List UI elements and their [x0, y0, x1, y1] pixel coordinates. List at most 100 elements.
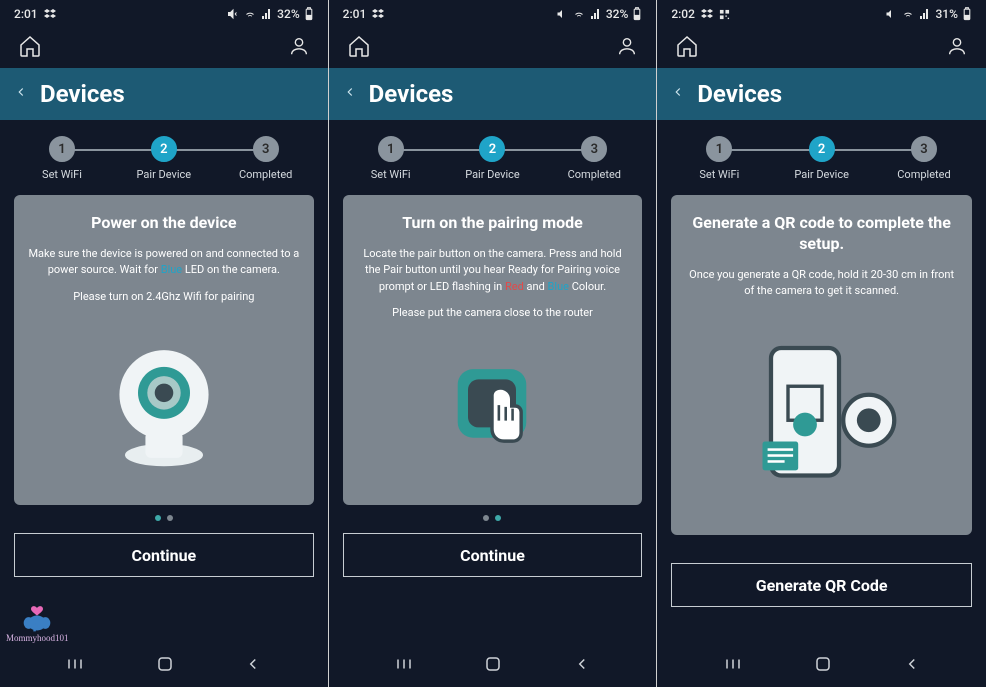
card-body: Make sure the device is powered on and c…: [28, 246, 300, 279]
status-time: 2:01: [343, 7, 367, 21]
step-3: 3 Completed: [554, 136, 634, 181]
step-circle: 1: [378, 136, 404, 162]
dot[interactable]: [155, 515, 161, 521]
mute-icon: [556, 8, 568, 20]
continue-button[interactable]: Continue: [14, 533, 314, 577]
profile-icon[interactable]: [616, 35, 638, 61]
battery-icon: [632, 7, 642, 21]
qr-icon: [719, 9, 730, 20]
dropbox-icon: [701, 8, 713, 20]
top-nav: [0, 28, 328, 68]
step-label: Set WiFi: [42, 168, 82, 181]
back-nav-icon[interactable]: [903, 655, 921, 677]
card-title: Power on the device: [91, 213, 236, 234]
step-3: 3 Completed: [884, 136, 964, 181]
generate-qr-button[interactable]: Generate QR Code: [671, 563, 972, 607]
step-label: Completed: [897, 168, 950, 181]
top-nav: [657, 28, 986, 68]
title-bar: Devices: [657, 68, 986, 120]
home-nav-icon[interactable]: [814, 655, 832, 677]
dot[interactable]: [495, 515, 501, 521]
title-bar: Devices: [0, 68, 328, 120]
status-bar: 2:01 32%: [0, 0, 328, 28]
mute-icon: [885, 8, 897, 20]
wifi-icon: [901, 8, 915, 20]
signal-icon: [261, 8, 273, 20]
profile-icon[interactable]: [946, 35, 968, 61]
dropbox-icon: [44, 8, 56, 20]
dropbox-icon: [372, 8, 384, 20]
battery-icon: [962, 7, 972, 21]
step-label: Pair Device: [465, 168, 520, 181]
phone-screen-3: 2:02 31% Devices 1 Set WiFi: [657, 0, 986, 687]
page-title: Devices: [369, 80, 454, 108]
phone-screen-1: 2:01 32%: [0, 0, 329, 687]
step-label: Completed: [568, 168, 621, 181]
page-title: Devices: [40, 80, 125, 108]
recents-icon[interactable]: [65, 655, 85, 677]
card-body-2: Please turn on 2.4Ghz Wifi for pairing: [73, 289, 254, 306]
dot[interactable]: [167, 515, 173, 521]
status-bar: 2:02 31%: [657, 0, 986, 28]
step-label: Set WiFi: [699, 168, 739, 181]
profile-icon[interactable]: [288, 35, 310, 61]
card-body-2: Please put the camera close to the route…: [392, 305, 593, 322]
step-3: 3 Completed: [226, 136, 306, 181]
watermark: Mommyhood101: [6, 603, 69, 643]
step-2: 2 Pair Device: [782, 136, 862, 181]
back-icon[interactable]: [343, 81, 357, 107]
step-2: 2 Pair Device: [124, 136, 204, 181]
recents-icon[interactable]: [394, 655, 414, 677]
dot[interactable]: [483, 515, 489, 521]
android-nav: [0, 645, 328, 687]
status-time: 2:01: [14, 7, 38, 21]
step-label: Pair Device: [137, 168, 192, 181]
camera-illustration: [28, 315, 300, 493]
home-icon[interactable]: [347, 34, 371, 62]
qr-scan-illustration: [685, 310, 958, 523]
top-nav: [329, 28, 657, 68]
stepper: 1 Set WiFi 2 Pair Device 3 Completed: [329, 120, 657, 195]
signal-icon: [590, 8, 602, 20]
carousel-dots: [329, 505, 657, 529]
stepper: 1 Set WiFi 2 Pair Device 3 Completed: [0, 120, 328, 195]
step-circle: 3: [253, 136, 279, 162]
continue-button[interactable]: Continue: [343, 533, 643, 577]
instruction-card: Generate a QR code to complete the setup…: [671, 195, 972, 535]
home-nav-icon[interactable]: [156, 655, 174, 677]
pair-button-illustration: [357, 332, 629, 493]
card-body: Once you generate a QR code, hold it 20-…: [685, 267, 958, 300]
step-circle: 1: [49, 136, 75, 162]
home-icon[interactable]: [18, 34, 42, 62]
step-2: 2 Pair Device: [452, 136, 532, 181]
step-circle: 2: [479, 136, 505, 162]
card-body: Locate the pair button on the camera. Pr…: [357, 246, 629, 296]
step-label: Completed: [239, 168, 292, 181]
back-nav-icon[interactable]: [244, 655, 262, 677]
instruction-card[interactable]: Power on the device Make sure the device…: [14, 195, 314, 505]
battery-icon: [304, 7, 314, 21]
back-icon[interactable]: [671, 81, 685, 107]
back-icon[interactable]: [14, 81, 28, 107]
step-circle: 2: [151, 136, 177, 162]
step-circle: 3: [581, 136, 607, 162]
title-bar: Devices: [329, 68, 657, 120]
status-bar: 2:01 32%: [329, 0, 657, 28]
instruction-card[interactable]: Turn on the pairing mode Locate the pair…: [343, 195, 643, 505]
wifi-icon: [243, 8, 257, 20]
android-nav: [329, 645, 657, 687]
step-1: 1 Set WiFi: [351, 136, 431, 181]
home-nav-icon[interactable]: [484, 655, 502, 677]
signal-icon: [919, 8, 931, 20]
step-label: Pair Device: [794, 168, 849, 181]
recents-icon[interactable]: [723, 655, 743, 677]
carousel-dots: [0, 505, 328, 529]
page-title: Devices: [697, 80, 782, 108]
step-circle: 3: [911, 136, 937, 162]
wifi-icon: [572, 8, 586, 20]
step-1: 1 Set WiFi: [679, 136, 759, 181]
back-nav-icon[interactable]: [573, 655, 591, 677]
home-icon[interactable]: [675, 34, 699, 62]
step-circle: 1: [706, 136, 732, 162]
status-battery: 32%: [606, 7, 628, 21]
